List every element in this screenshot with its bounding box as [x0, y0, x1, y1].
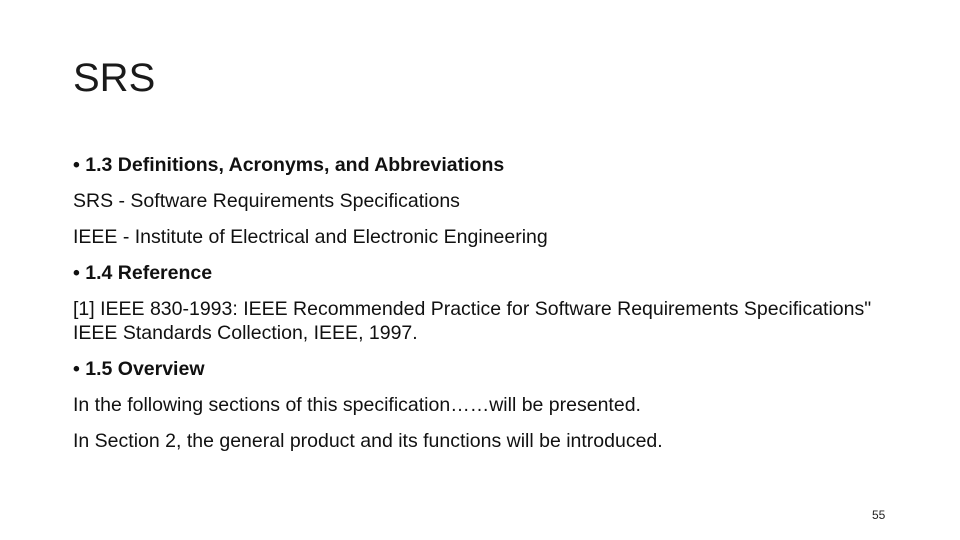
definition-ieee: IEEE - Institute of Electrical and Elect… — [73, 226, 548, 248]
reference-item: [1] IEEE 830-1993: IEEE Recommended Prac… — [73, 298, 872, 344]
overview-text-1: In the following sections of this specif… — [73, 394, 641, 416]
page-number: 55 — [872, 508, 886, 522]
definition-srs: SRS - Software Requirements Specificatio… — [73, 190, 460, 212]
slide-title: SRS — [73, 56, 156, 100]
overview-text-2: In Section 2, the general product and it… — [73, 430, 663, 452]
section-heading-reference: • 1.4 Reference — [73, 262, 213, 284]
section-heading-definitions: • 1.3 Definitions, Acronyms, and Abbrevi… — [73, 154, 505, 176]
section-heading-overview: • 1.5 Overview — [73, 358, 205, 380]
slide-body: • 1.3 Definitions, Acronyms, and Abbrevi… — [73, 147, 893, 459]
